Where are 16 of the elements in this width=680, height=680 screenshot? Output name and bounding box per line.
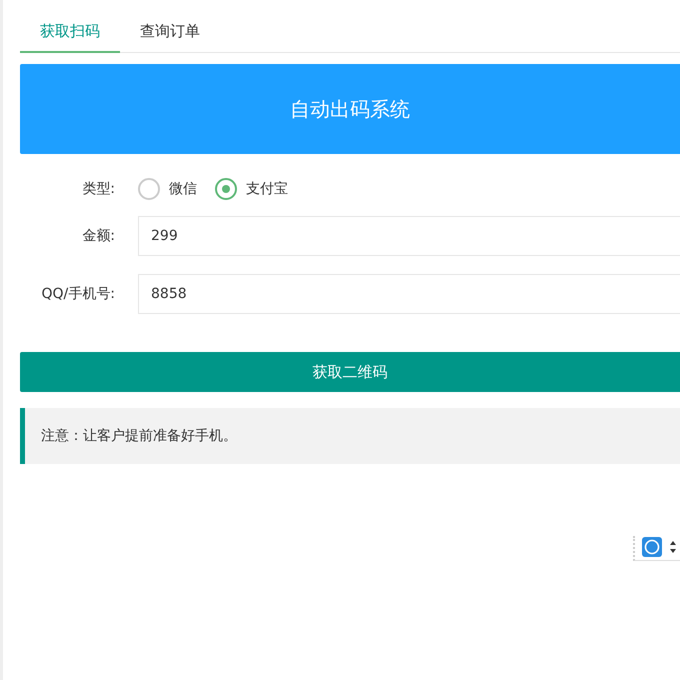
tab[interactable]: 获取扫码 bbox=[20, 14, 120, 53]
radio-label[interactable]: 微信 bbox=[169, 180, 197, 198]
radio-button[interactable] bbox=[138, 178, 160, 200]
radio-label[interactable]: 支付宝 bbox=[246, 180, 288, 198]
app-icon[interactable] bbox=[641, 536, 663, 558]
header-title: 自动出码系统 bbox=[290, 96, 410, 122]
spinner-arrows-icon[interactable] bbox=[669, 540, 677, 554]
field-label: 金额: bbox=[81, 227, 116, 246]
field-label: QQ/手机号: bbox=[40, 285, 116, 304]
field-label: 类型: bbox=[81, 180, 116, 199]
get-qr-code-button[interactable]: 获取二维码 bbox=[20, 352, 680, 392]
amount-field[interactable]: 299 bbox=[138, 216, 680, 256]
contact-field[interactable]: 8858 bbox=[138, 274, 680, 314]
radio-button[interactable] bbox=[215, 178, 237, 200]
notice-text: 注意：让客户提前准备好手机。 bbox=[41, 427, 237, 445]
tab[interactable]: 查询订单 bbox=[120, 14, 220, 53]
